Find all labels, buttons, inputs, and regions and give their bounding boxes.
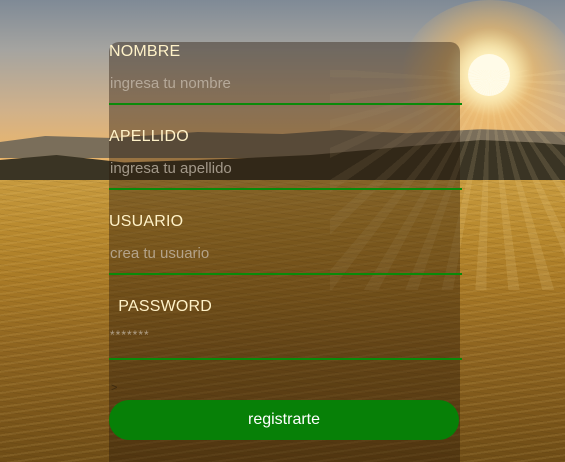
nombre-underline	[109, 103, 462, 105]
nombre-label: NOMBRE	[109, 43, 181, 60]
apellido-underline	[109, 188, 462, 190]
small-indicator: >	[111, 382, 118, 394]
password-label: PASSWORD	[109, 298, 213, 315]
password-underline	[109, 358, 462, 360]
usuario-underline	[109, 273, 462, 275]
usuario-label: USUARIO	[109, 213, 184, 230]
register-button[interactable]: registrarte	[109, 400, 459, 440]
nombre-input[interactable]	[109, 70, 463, 96]
password-input[interactable]	[109, 322, 463, 348]
usuario-input[interactable]	[109, 240, 463, 266]
apellido-input[interactable]	[109, 155, 463, 181]
apellido-label: APELLIDO	[109, 128, 189, 145]
